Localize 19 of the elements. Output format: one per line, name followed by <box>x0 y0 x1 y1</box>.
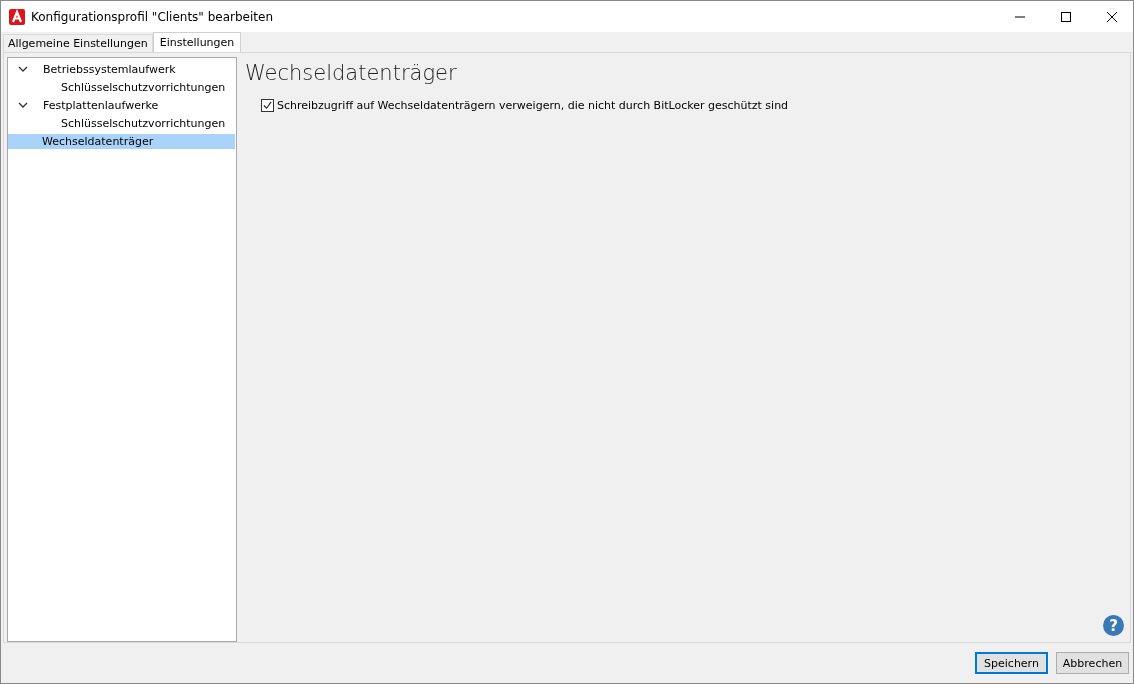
section-heading: Wechseldatenträger <box>245 61 458 85</box>
app-logo-icon <box>9 8 25 25</box>
maximize-icon[interactable] <box>1060 10 1072 23</box>
tree-item[interactable]: Wechseldatenträger <box>8 133 235 149</box>
window-title: Konfigurationsprofil "Clients" bearbeiten <box>31 9 275 24</box>
checkbox-label: Schreibzugriff auf Wechseldatenträgern verweigern, die nicht durch BitLocker geschützt sind <box>277 99 789 112</box>
close-icon[interactable] <box>1106 10 1118 23</box>
tree-item[interactable]: Schlüsselschutzvorrichtungen <box>60 79 227 95</box>
tree-item[interactable]: Schlüsselschutzvorrichtungen <box>60 115 227 131</box>
help-button[interactable]: ? <box>1103 615 1124 636</box>
chevron-icon[interactable] <box>18 64 28 74</box>
chevron-icon[interactable] <box>18 100 28 110</box>
tree-item[interactable]: Festplattenlaufwerke <box>42 97 160 113</box>
checkbox[interactable] <box>261 99 274 112</box>
tree-item[interactable]: Betriebssystemlaufwerk <box>42 61 177 77</box>
cancel-button[interactable]: Abbrechen <box>1056 652 1129 674</box>
tab[interactable]: Allgemeine Einstellungen <box>3 34 153 52</box>
tab[interactable]: Einstellungen <box>152 32 242 52</box>
save-button[interactable]: Speichern <box>975 652 1048 674</box>
